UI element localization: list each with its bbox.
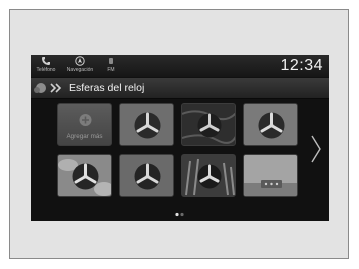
add-more-tile[interactable]: Agregar más [57, 103, 112, 146]
clock-face-tile-4[interactable] [57, 154, 112, 197]
title-bar: Esferas del reloj [31, 78, 329, 99]
statusbar-navigation-label: Navegación [66, 67, 94, 73]
clock-face-icon [120, 155, 173, 196]
navigation-icon [75, 56, 85, 66]
home-icon[interactable] [34, 83, 46, 93]
statusbar-phone[interactable]: Teléfono [35, 56, 57, 73]
clock-face-icon [244, 104, 297, 145]
clock-display: 12:34 [280, 57, 323, 74]
clock-face-icon [58, 155, 111, 196]
statusbar-radio[interactable]: FM [104, 56, 118, 73]
page-dot [180, 212, 184, 217]
add-more-label: Agregar más [66, 133, 103, 140]
clock-face-tile-1[interactable] [119, 103, 174, 146]
clock-face-tile-3[interactable] [243, 103, 298, 146]
statusbar-radio-label: FM [107, 67, 115, 73]
phone-icon [42, 57, 50, 65]
forward-chevron-icon [50, 83, 62, 93]
clock-face-tile-2[interactable] [181, 103, 236, 146]
clock-face-icon [182, 155, 235, 196]
clock-face-icon [120, 104, 173, 145]
clock-face-icon [182, 104, 235, 145]
clock-face-tile-6[interactable] [181, 154, 236, 197]
statusbar-navigation[interactable]: Navegación [62, 56, 98, 73]
chevron-right-icon[interactable] [310, 134, 322, 164]
header-icons [34, 83, 62, 93]
page-title: Esferas del reloj [69, 82, 145, 94]
statusbar-phone-label: Teléfono [36, 67, 56, 73]
display-screen: Teléfono Navegación FM 12:34 Esferas del… [31, 55, 329, 221]
clock-face-icon [244, 155, 297, 196]
status-bar: Teléfono Navegación FM 12:34 [31, 55, 329, 77]
page-indicator [175, 212, 184, 217]
page-dot-active [175, 212, 179, 217]
radio-icon [109, 58, 113, 64]
clock-face-tile-7[interactable] [243, 154, 298, 197]
clock-face-tile-5[interactable] [119, 154, 174, 197]
